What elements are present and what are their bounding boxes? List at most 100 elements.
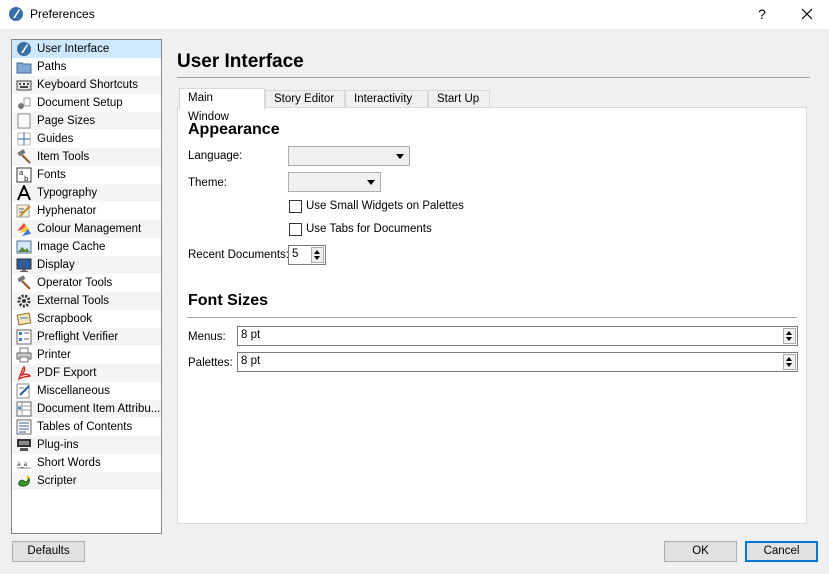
font-sizes-divider <box>187 317 797 318</box>
theme-dropdown[interactable] <box>288 172 381 192</box>
title-divider <box>177 77 810 78</box>
small-widgets-checkbox[interactable] <box>289 200 302 213</box>
sidebar-item-display[interactable]: Display <box>12 256 161 274</box>
small-widgets-label: Use Small Widgets on Palettes <box>306 200 464 212</box>
ok-button[interactable]: OK <box>664 541 737 562</box>
language-dropdown[interactable] <box>288 146 410 166</box>
sidebar-item-scripter[interactable]: Scripter <box>12 472 161 490</box>
close-icon <box>801 8 813 20</box>
menus-font-size-value: 8 pt <box>241 329 261 341</box>
sidebar-item-label: Scrapbook <box>37 313 92 325</box>
printer-icon <box>16 347 32 363</box>
preferences-category-list[interactable]: User Interface Paths Keyboard Shortcuts … <box>11 39 162 534</box>
spin-buttons[interactable] <box>311 247 324 263</box>
sidebar-item-guides[interactable]: Guides <box>12 130 161 148</box>
sidebar-item-label: Document Setup <box>37 97 123 109</box>
sidebar-item-label: Operator Tools <box>37 277 113 289</box>
scripter-icon <box>18 475 30 487</box>
hyphenator-icon <box>16 204 31 218</box>
chevron-down-icon <box>367 180 375 185</box>
palettes-font-size-spinbox[interactable]: 8 pt <box>237 352 798 372</box>
sidebar-item-image-cache[interactable]: Image Cache <box>12 238 161 256</box>
sidebar-item-tables-of-contents[interactable]: Tables of Contents <box>12 418 161 436</box>
scribus-app-icon <box>9 7 23 21</box>
sidebar-item-label: Printer <box>37 349 71 361</box>
sidebar-item-external-tools[interactable]: External Tools <box>12 292 161 310</box>
chevron-down-icon <box>396 154 404 159</box>
sidebar-item-document-item-attributes[interactable]: Document Item Attribu... <box>12 400 161 418</box>
tabs-for-documents-checkbox[interactable] <box>289 223 302 236</box>
spin-buttons[interactable] <box>783 354 796 370</box>
theme-label: Theme: <box>188 177 227 189</box>
palettes-font-size-value: 8 pt <box>241 355 261 367</box>
spin-down-icon[interactable] <box>786 337 792 341</box>
colour-icon <box>17 223 31 236</box>
sidebar-item-page-sizes[interactable]: Page Sizes <box>12 112 161 130</box>
sidebar-item-preflight-verifier[interactable]: Preflight Verifier <box>12 328 161 346</box>
sidebar-item-pdf-export[interactable]: PDF Export <box>12 364 161 382</box>
monitor-icon <box>16 258 32 272</box>
sidebar-item-hyphenator[interactable]: Hyphenator <box>12 202 161 220</box>
sidebar-item-label: Fonts <box>37 169 66 181</box>
sidebar-item-user-interface[interactable]: User Interface <box>12 40 161 58</box>
recent-documents-value: 5 <box>292 248 299 260</box>
svg-text:b: b <box>24 175 29 183</box>
plugin-icon <box>17 439 31 451</box>
spin-down-icon[interactable] <box>786 363 792 367</box>
sidebar-item-printer[interactable]: Printer <box>12 346 161 364</box>
sidebar-item-item-tools[interactable]: Item Tools <box>12 148 161 166</box>
palettes-label: Palettes: <box>188 357 233 369</box>
sidebar-item-plug-ins[interactable]: Plug-ins <box>12 436 161 454</box>
sidebar-item-paths[interactable]: Paths <box>12 58 161 76</box>
folder-icon <box>16 62 32 74</box>
sidebar-item-typography[interactable]: Typography <box>12 184 161 202</box>
page-icon <box>17 113 31 129</box>
sidebar-item-miscellaneous[interactable]: Miscellaneous <box>12 382 161 400</box>
cancel-button[interactable]: Cancel <box>745 541 818 562</box>
sidebar-item-fonts[interactable]: ab Fonts <box>12 166 161 184</box>
scrapbook-icon <box>16 312 32 326</box>
hammer-icon <box>17 149 31 164</box>
sidebar-item-scrapbook[interactable]: Scrapbook <box>12 310 161 328</box>
tab-main-window[interactable]: Main Window <box>179 88 265 123</box>
toc-icon <box>16 419 32 435</box>
svg-text:a: a <box>19 169 23 177</box>
help-button[interactable]: ? <box>745 0 779 29</box>
spin-up-icon[interactable] <box>786 357 792 361</box>
sidebar-item-document-setup[interactable]: Document Setup <box>12 94 161 112</box>
sidebar-item-label: Paths <box>37 61 67 73</box>
defaults-button[interactable]: Defaults <box>12 541 85 562</box>
main-window-panel: Appearance Language: Theme: Use Small Wi… <box>177 107 807 524</box>
sidebar-item-label: Page Sizes <box>37 115 96 127</box>
spin-down-icon[interactable] <box>314 256 320 260</box>
user-interface-icon <box>17 42 31 56</box>
misc-icon <box>16 383 30 399</box>
recent-documents-spinbox[interactable]: 5 <box>288 245 326 265</box>
tabs-for-documents-label: Use Tabs for Documents <box>306 223 432 235</box>
fonts-icon: ab <box>16 167 32 183</box>
sidebar-item-label: Preflight Verifier <box>37 331 119 343</box>
sidebar-item-short-words[interactable]: a_a Short Words <box>12 454 161 472</box>
gear-icon <box>17 294 31 308</box>
menus-font-size-spinbox[interactable]: 8 pt <box>237 326 798 346</box>
title-bar: Preferences ? <box>0 0 829 29</box>
sidebar-item-label: Item Tools <box>37 151 90 163</box>
sidebar-item-colour-management[interactable]: Colour Management <box>12 220 161 238</box>
sidebar-item-label: Tables of Contents <box>37 421 133 433</box>
recent-documents-label: Recent Documents: <box>188 249 289 261</box>
spin-up-icon[interactable] <box>314 250 320 254</box>
sidebar-item-operator-tools[interactable]: Operator Tools <box>12 274 161 292</box>
guides-icon <box>17 132 31 146</box>
window-title: Preferences <box>30 7 95 21</box>
wrench-icon <box>17 275 31 290</box>
close-button[interactable] <box>790 0 824 29</box>
spin-buttons[interactable] <box>783 328 796 344</box>
sidebar-item-keyboard-shortcuts[interactable]: Keyboard Shortcuts <box>12 76 161 94</box>
pdf-icon <box>17 366 31 381</box>
language-label: Language: <box>188 150 243 162</box>
sidebar-item-label: Keyboard Shortcuts <box>37 79 139 91</box>
sidebar-item-label: User Interface <box>37 43 110 55</box>
sidebar-item-label: Display <box>37 259 75 271</box>
image-icon <box>16 240 32 254</box>
spin-up-icon[interactable] <box>786 331 792 335</box>
